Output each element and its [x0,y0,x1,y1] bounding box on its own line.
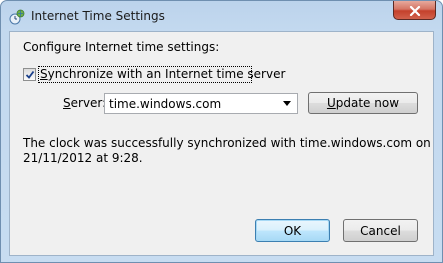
ok-button[interactable]: OK [255,219,330,242]
title-bar[interactable]: Internet Time Settings [1,1,442,32]
dialog-body: Configure Internet time settings: Synchr… [9,31,434,256]
dropdown-arrow-icon[interactable] [279,95,295,112]
close-button[interactable] [393,1,436,20]
sync-checkbox[interactable] [23,68,36,81]
status-message-line1: The clock was successfully synchronized … [23,136,431,150]
dialog-window: Internet Time Settings Configure Interne… [0,0,443,263]
checkmark-icon [25,70,35,79]
server-label: Server: [63,96,107,110]
server-value: time.windows.com [109,97,222,111]
window-title: Internet Time Settings [31,9,165,23]
clock-globe-icon [9,9,25,25]
configure-heading: Configure Internet time settings: [23,40,220,54]
cancel-button[interactable]: Cancel [343,219,418,242]
close-icon [409,1,421,20]
update-now-button[interactable]: Update now [308,92,418,114]
status-message-line2: 21/11/2012 at 9:28. [23,151,143,165]
sync-checkbox-label[interactable]: Synchronize with an Internet time server [40,67,285,81]
server-combobox[interactable]: time.windows.com [104,93,298,114]
